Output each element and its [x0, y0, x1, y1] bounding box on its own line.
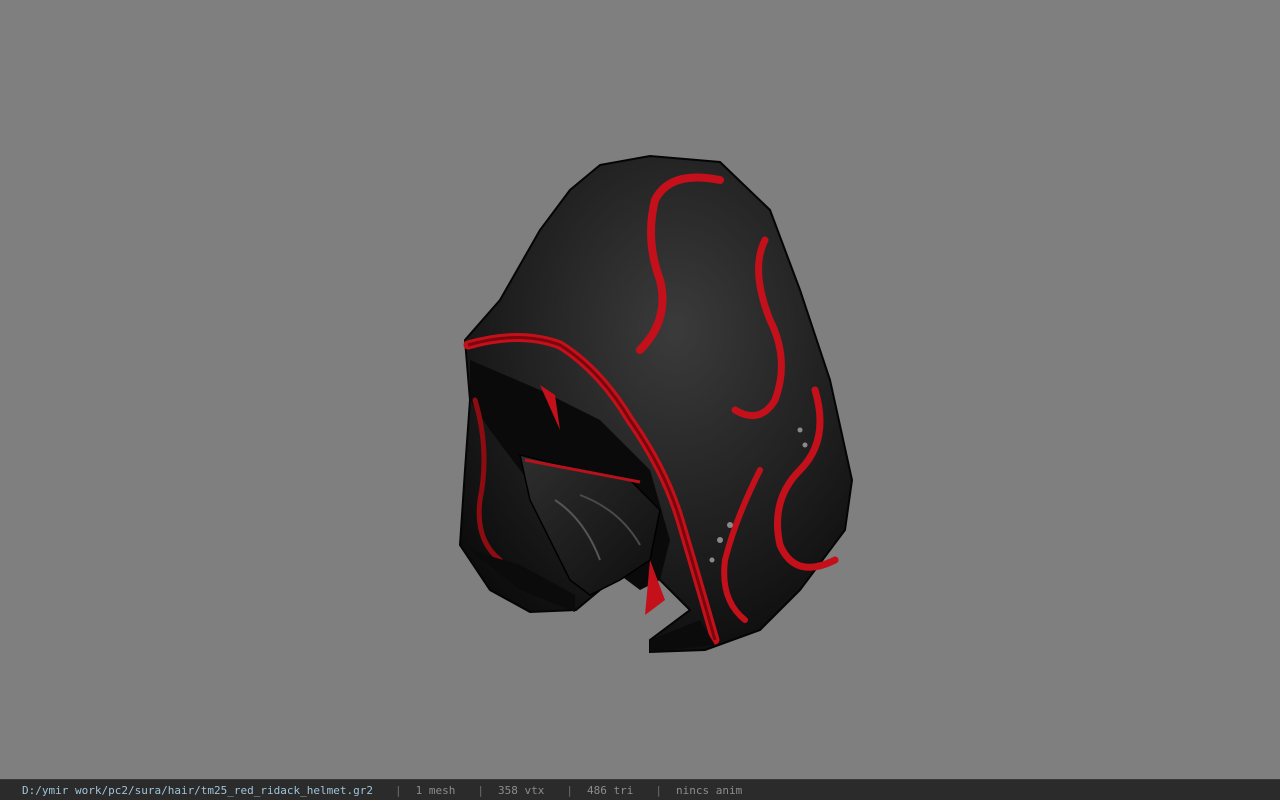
helmet-model[interactable] — [0, 0, 1280, 779]
animation-status: nincs anim — [675, 783, 743, 797]
vertex-count: 358 vtx — [498, 783, 545, 797]
3d-viewport[interactable] — [0, 0, 1280, 779]
separator: | — [395, 783, 402, 797]
separator: | — [566, 783, 573, 797]
file-path: D:/ymir work/pc2/sura/hair/tm25_red_rida… — [22, 783, 373, 797]
separator: | — [477, 783, 484, 797]
mesh-count: 1 mesh — [415, 783, 456, 797]
status-bar: D:/ymir work/pc2/sura/hair/tm25_red_rida… — [0, 779, 1280, 800]
triangle-count: 486 tri — [586, 783, 634, 797]
separator: | — [655, 783, 662, 797]
